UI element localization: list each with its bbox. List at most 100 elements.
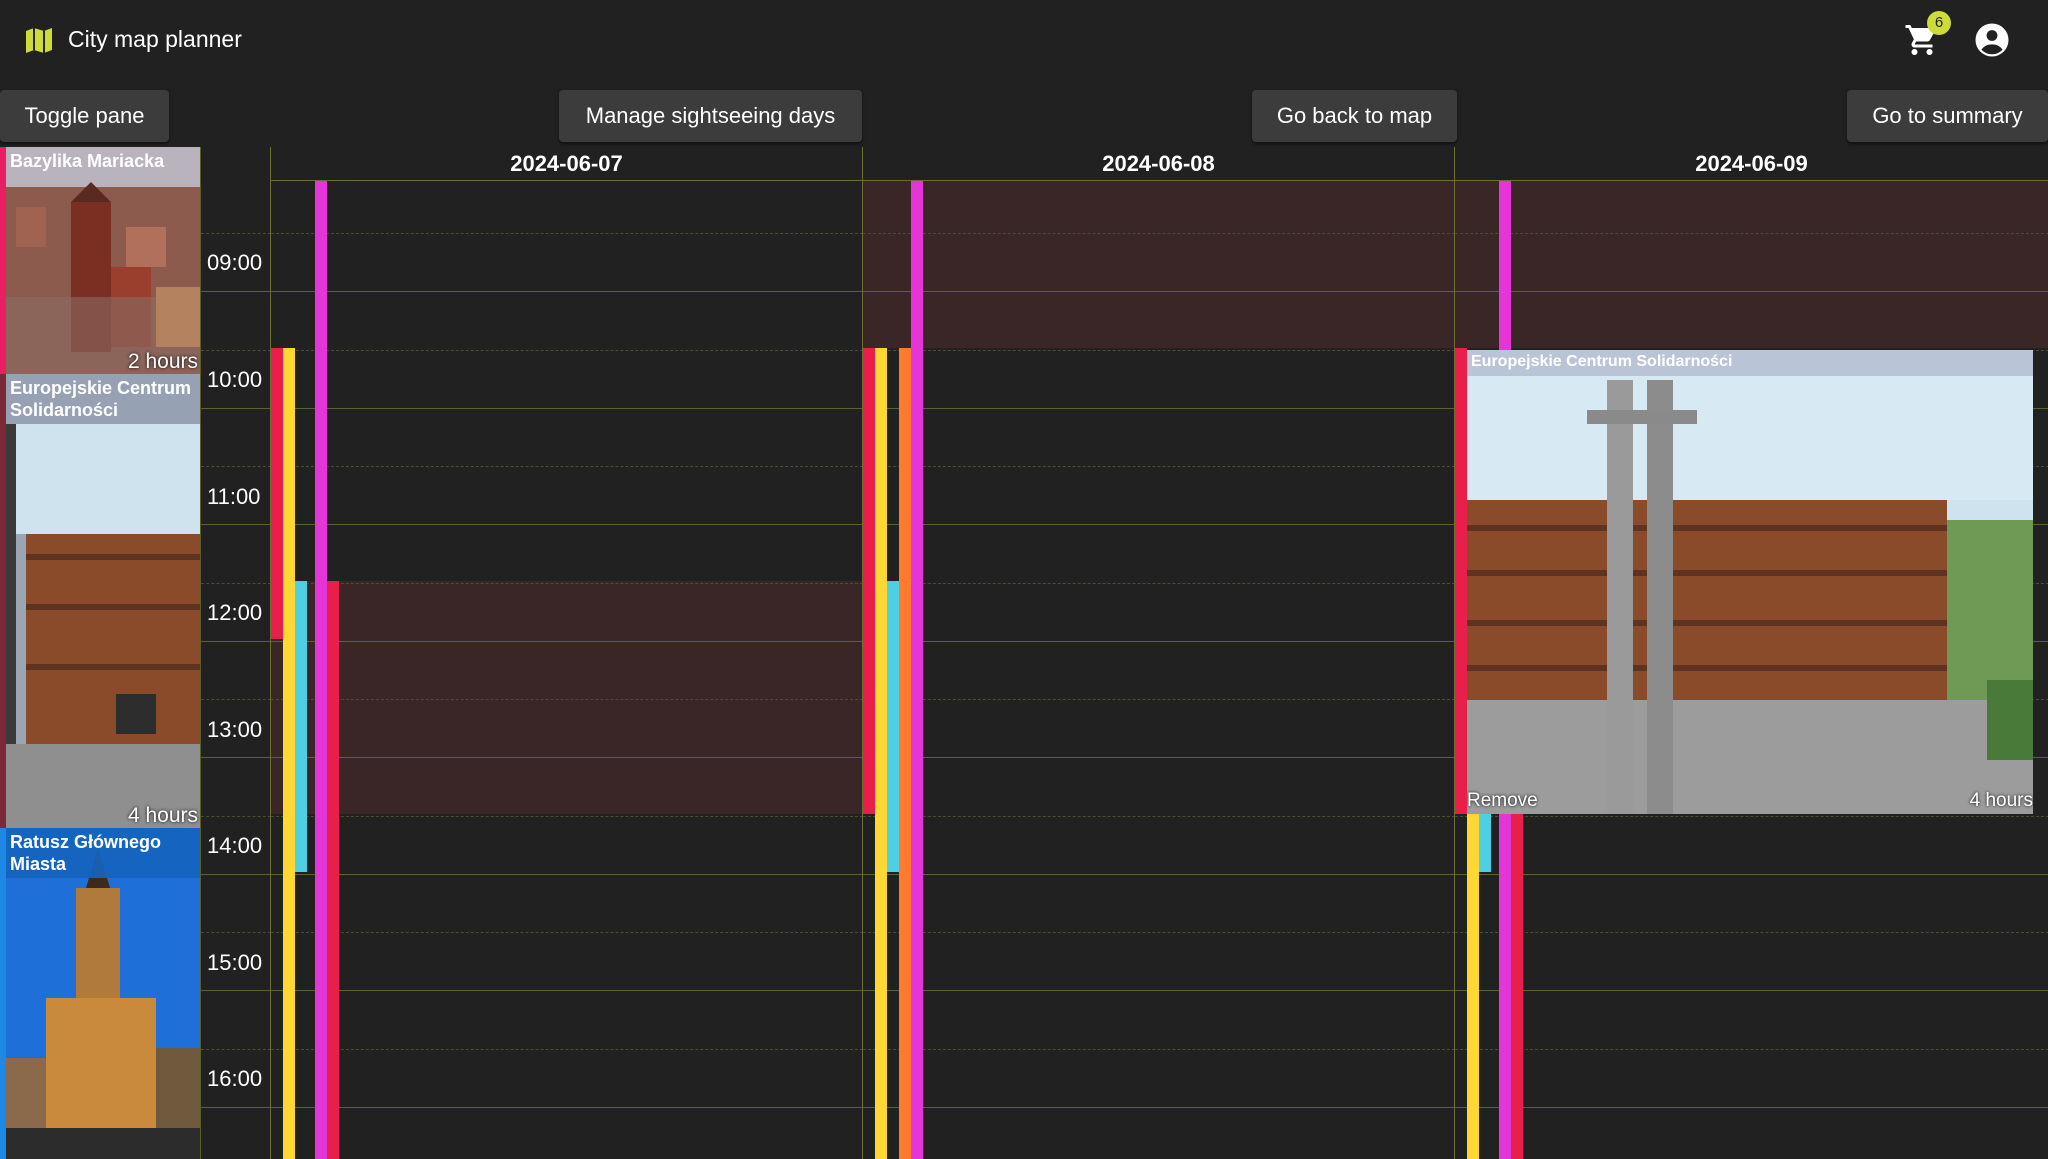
attraction-duration: 2 hours bbox=[127, 350, 198, 373]
go-to-summary-button[interactable]: Go to summary bbox=[1847, 90, 2048, 142]
half-hour-line bbox=[271, 699, 862, 700]
half-hour-line bbox=[271, 233, 862, 234]
time-gutter: 09:00 10:00 11:00 12:00 13:00 14:00 15:0… bbox=[200, 147, 271, 1159]
half-hour-line bbox=[271, 815, 862, 817]
schedule-bar bbox=[1467, 814, 1479, 1159]
half-hour-line bbox=[201, 932, 271, 933]
schedule-bar bbox=[315, 181, 327, 1159]
attraction-ratusz-glownego-miasta[interactable]: Ratusz Głównego Miasta bbox=[0, 828, 200, 1159]
schedule-bar bbox=[1479, 814, 1491, 872]
half-hour-line bbox=[201, 466, 271, 467]
schedule-bar bbox=[887, 581, 899, 872]
attraction-title: Ratusz Głównego Miasta bbox=[6, 828, 200, 878]
calendar-grid: 09:00 10:00 11:00 12:00 13:00 14:00 15:0… bbox=[200, 147, 2048, 1159]
attraction-bazylika-mariacka[interactable]: Bazylika Mariacka 2 hours bbox=[0, 147, 200, 374]
hour-line bbox=[863, 291, 1454, 293]
hour-line bbox=[863, 990, 1454, 992]
attraction-europejskie-centrum-solidarnosci[interactable]: Europejskie Centrum Solidarności 4 hours bbox=[0, 374, 200, 828]
manage-sightseeing-days-button[interactable]: Manage sightseeing days bbox=[559, 90, 862, 142]
hour-label: 10:00 bbox=[207, 367, 263, 392]
day-column[interactable] bbox=[270, 181, 862, 1159]
half-hour-line bbox=[1455, 932, 2048, 933]
half-hour-line bbox=[1455, 1048, 2048, 1050]
hour-line bbox=[1455, 291, 2048, 293]
attraction-photo bbox=[6, 374, 200, 828]
day-header: 2024-06-07 bbox=[270, 147, 862, 181]
day-column[interactable]: Europejskie Centrum Solidarności Remove … bbox=[1454, 181, 2048, 1159]
schedule-bar bbox=[1511, 814, 1523, 1159]
hour-line bbox=[271, 757, 862, 759]
cart-count-badge: 6 bbox=[1927, 11, 1951, 35]
hour-line bbox=[863, 757, 1454, 759]
attraction-title: Bazylika Mariacka bbox=[10, 151, 165, 171]
unavailable-slot bbox=[863, 181, 1454, 348]
half-hour-line bbox=[271, 582, 862, 584]
remove-event-button[interactable]: Remove bbox=[1467, 790, 1538, 812]
schedule-bar bbox=[271, 348, 283, 639]
hour-label: 13:00 bbox=[207, 717, 263, 742]
hour-line bbox=[863, 407, 1454, 409]
unavailable-slot bbox=[271, 581, 862, 814]
toggle-pane-button[interactable]: Toggle pane bbox=[0, 90, 169, 142]
hour-line bbox=[863, 1106, 1454, 1108]
hour-line bbox=[863, 873, 1454, 875]
hour-label: 14:00 bbox=[207, 833, 263, 858]
half-hour-line bbox=[863, 815, 1454, 817]
hour-label: 12:00 bbox=[207, 600, 263, 625]
half-hour-line bbox=[201, 582, 271, 584]
hour-line bbox=[201, 640, 271, 642]
schedule-bar bbox=[327, 581, 339, 1159]
attraction-duration: 4 hours bbox=[127, 804, 198, 827]
hour-line bbox=[201, 990, 271, 992]
schedule-bar bbox=[283, 348, 295, 1159]
half-hour-line bbox=[1455, 233, 2048, 234]
attractions-pane: Bazylika Mariacka 2 hours Europejskie Ce… bbox=[0, 147, 200, 1159]
unavailable-slot bbox=[1455, 181, 2048, 348]
hour-line bbox=[201, 291, 271, 293]
hour-line bbox=[1455, 873, 2048, 875]
half-hour-line bbox=[863, 466, 1454, 467]
hour-label: 16:00 bbox=[207, 1066, 263, 1091]
half-hour-line bbox=[201, 815, 271, 817]
hour-line bbox=[271, 407, 862, 409]
hour-line bbox=[863, 640, 1454, 642]
hour-line bbox=[201, 873, 271, 875]
hour-line bbox=[1455, 1106, 2048, 1108]
hour-line bbox=[271, 873, 862, 875]
hour-line bbox=[271, 291, 862, 293]
half-hour-line bbox=[863, 932, 1454, 933]
schedule-bar bbox=[911, 181, 923, 1159]
day-column[interactable] bbox=[862, 181, 1454, 1159]
hour-line bbox=[271, 640, 862, 642]
hour-line bbox=[271, 524, 862, 526]
half-hour-line bbox=[863, 349, 1454, 351]
half-hour-line bbox=[863, 233, 1454, 234]
hour-line bbox=[201, 1106, 271, 1108]
day-header: 2024-06-08 bbox=[862, 147, 1454, 181]
half-hour-line bbox=[271, 932, 862, 933]
event-photo bbox=[1467, 350, 2033, 814]
schedule-bar bbox=[899, 348, 911, 1159]
schedule-bar bbox=[1455, 348, 1467, 814]
half-hour-line bbox=[1455, 815, 2048, 817]
schedule-bar bbox=[863, 348, 875, 814]
attraction-photo bbox=[6, 147, 200, 374]
half-hour-line bbox=[863, 699, 1454, 700]
half-hour-line bbox=[863, 1048, 1454, 1050]
hour-label: 15:00 bbox=[207, 950, 263, 975]
half-hour-line bbox=[201, 349, 271, 351]
go-back-to-map-button[interactable]: Go back to map bbox=[1252, 90, 1457, 142]
hour-label: 09:00 bbox=[207, 250, 263, 275]
schedule-bar bbox=[295, 581, 307, 872]
half-hour-line bbox=[271, 466, 862, 467]
day-header: 2024-06-09 bbox=[1454, 147, 2048, 181]
event-duration: 4 hours bbox=[1969, 790, 2033, 811]
account-icon[interactable] bbox=[1974, 22, 2010, 58]
half-hour-line bbox=[201, 699, 271, 700]
hour-line bbox=[201, 407, 271, 409]
half-hour-line bbox=[201, 1048, 271, 1050]
half-hour-line bbox=[271, 349, 862, 351]
schedule-bar bbox=[875, 348, 887, 1159]
scheduled-event[interactable]: Europejskie Centrum Solidarności Remove … bbox=[1467, 350, 2033, 814]
attraction-title: Europejskie Centrum Solidarności bbox=[6, 374, 200, 424]
